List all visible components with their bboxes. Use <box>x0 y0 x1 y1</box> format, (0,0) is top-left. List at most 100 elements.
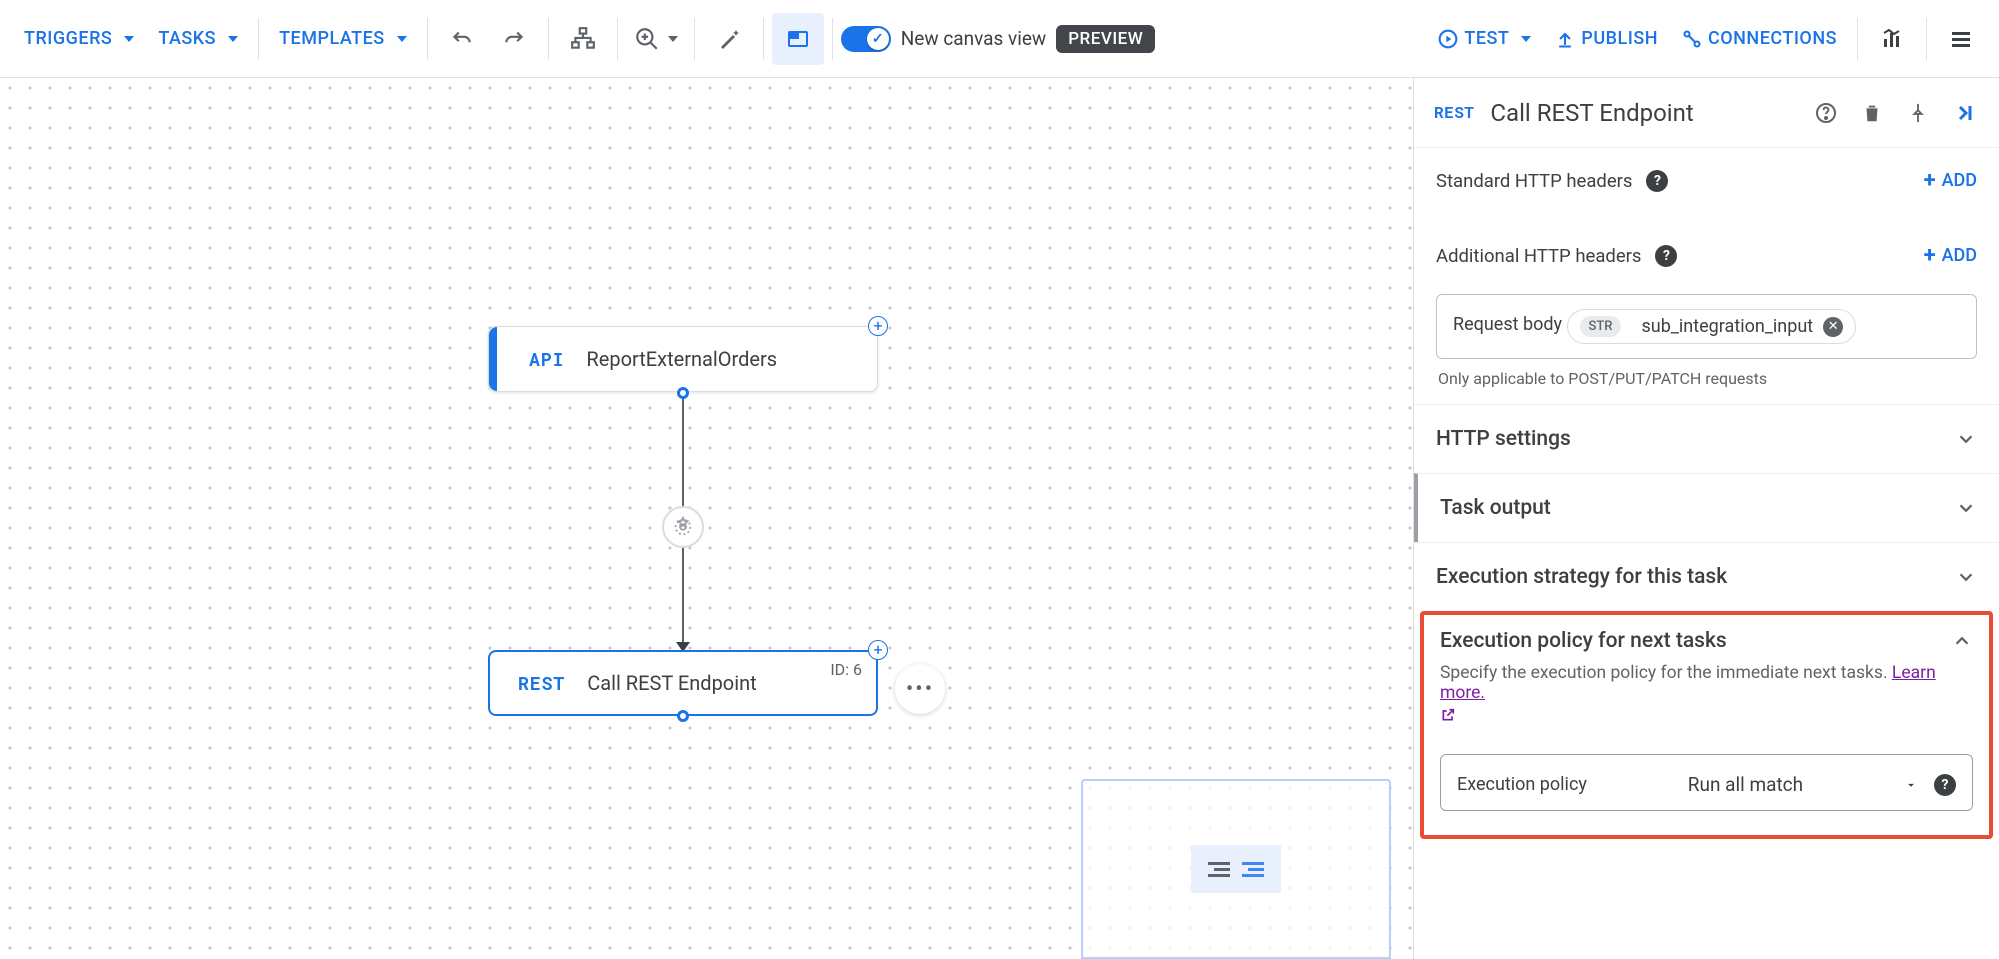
triggers-dropdown[interactable]: TRIGGERS <box>12 18 146 59</box>
chevron-down-icon <box>1955 428 1977 450</box>
toolbar-divider <box>548 18 549 60</box>
type-chip: STR <box>1580 316 1622 337</box>
node-id-label: ID: 6 <box>830 660 862 679</box>
templates-label: TEMPLATES <box>279 28 385 49</box>
toolbar: TRIGGERS TASKS TEMPLATES New canvas view… <box>0 0 1999 78</box>
connections-button[interactable]: CONNECTIONS <box>1670 18 1849 59</box>
std-headers-label: Standard HTTP headers <box>1436 170 1632 192</box>
caret-down-icon <box>124 36 134 42</box>
rest-task-node[interactable]: REST Call REST Endpoint ID: 6 + <box>488 650 878 716</box>
toggle-knob-check-icon <box>867 28 889 50</box>
panel-view-button[interactable] <box>772 13 824 65</box>
policy-legend: Execution policy <box>1457 774 1587 795</box>
chevron-down-icon <box>1955 566 1977 588</box>
minimap-node-icon <box>1242 862 1264 877</box>
caret-down-icon <box>397 36 407 42</box>
api-trigger-node[interactable]: API ReportExternalOrders + <box>488 326 878 392</box>
exec-policy-desc-text: Specify the execution policy for the imm… <box>1440 663 1892 683</box>
variable-chip[interactable]: STR sub_integration_input ✕ <box>1567 309 1857 344</box>
toolbar-divider <box>1926 18 1927 60</box>
task-output-title: Task output <box>1440 496 1551 520</box>
collapse-panel-button[interactable] <box>1949 101 1979 125</box>
plus-icon: + <box>1924 243 1936 268</box>
exec-policy-highlight: Execution policy for next tasks Specify … <box>1420 611 1993 839</box>
add-label: ADD <box>1942 245 1977 266</box>
toolbar-divider <box>427 18 428 60</box>
execution-policy-select[interactable]: Execution policy Run all match ? <box>1440 754 1973 811</box>
api-badge: API <box>529 347 564 371</box>
exec-strategy-title: Execution strategy for this task <box>1436 565 1727 589</box>
rest-node-title: Call REST Endpoint <box>587 671 756 695</box>
add-label: ADD <box>1942 170 1977 191</box>
menu-button[interactable] <box>1935 13 1987 65</box>
caret-down-icon <box>228 36 238 42</box>
exec-strategy-section[interactable]: Execution strategy for this task <box>1414 542 1999 611</box>
toolbar-divider <box>694 18 695 60</box>
http-settings-title: HTTP settings <box>1436 427 1571 451</box>
output-port[interactable] <box>677 387 689 399</box>
rest-badge: REST <box>518 671 565 695</box>
canvas-view-toggle[interactable] <box>841 26 891 52</box>
wand-button[interactable] <box>703 13 755 65</box>
remove-chip-button[interactable]: ✕ <box>1823 317 1843 337</box>
toolbar-divider <box>258 18 259 60</box>
panel-header: REST Call REST Endpoint <box>1414 78 1999 148</box>
minimap[interactable] <box>1081 779 1391 959</box>
help-button[interactable] <box>1811 101 1841 125</box>
tasks-dropdown[interactable]: TASKS <box>146 18 250 59</box>
task-side-panel: REST Call REST Endpoint Standard HTTP he… <box>1413 78 1999 959</box>
variable-name: sub_integration_input <box>1641 316 1813 337</box>
caret-down-icon <box>1521 36 1531 42</box>
chevron-down-icon <box>1955 497 1977 519</box>
test-dropdown[interactable]: TEST <box>1426 18 1543 59</box>
panel-body: Standard HTTP headers? + ADD Additional H… <box>1414 148 1999 959</box>
triggers-label: TRIGGERS <box>24 28 112 49</box>
node-accent <box>489 327 497 391</box>
publish-label: PUBLISH <box>1581 28 1658 49</box>
redo-button[interactable] <box>488 13 540 65</box>
add-std-header-button[interactable]: +ADD <box>1924 168 1977 193</box>
toolbar-divider <box>1857 18 1858 60</box>
add-node-button[interactable]: + <box>868 316 888 336</box>
add-addl-header-button[interactable]: + ADD <box>1924 243 1977 268</box>
toolbar-divider <box>763 18 764 60</box>
output-port[interactable] <box>677 710 689 722</box>
edge-settings-button[interactable] <box>662 506 704 548</box>
help-icon[interactable]: ? <box>1934 774 1956 796</box>
help-icon[interactable]: ? <box>1655 245 1677 267</box>
panel-title: Call REST Endpoint <box>1490 99 1795 127</box>
chevron-up-icon[interactable] <box>1951 630 1973 652</box>
node-more-button[interactable]: ••• <box>895 664 945 714</box>
publish-button[interactable]: PUBLISH <box>1543 18 1670 59</box>
addl-headers-label: Additional HTTP headers <box>1436 245 1641 267</box>
upload-icon <box>1555 29 1575 49</box>
request-body-field[interactable]: Request body STR sub_integration_input ✕ <box>1436 294 1977 359</box>
task-output-section[interactable]: Task output <box>1414 473 1999 542</box>
http-settings-section[interactable]: HTTP settings <box>1414 404 1999 473</box>
request-body-helper: Only applicable to POST/PUT/PATCH reques… <box>1414 365 1999 404</box>
dropdown-caret-icon <box>1904 778 1918 792</box>
minimap-node-icon <box>1208 862 1230 877</box>
add-node-button[interactable]: + <box>868 640 888 660</box>
api-node-title: ReportExternalOrders <box>586 347 777 371</box>
help-icon[interactable]: ? <box>1646 170 1668 192</box>
exec-policy-title: Execution policy for next tasks <box>1440 629 1727 653</box>
test-label: TEST <box>1464 28 1509 49</box>
delete-button[interactable] <box>1857 102 1887 124</box>
external-link-icon <box>1440 707 1456 723</box>
rest-badge: REST <box>1434 102 1474 123</box>
layout-button[interactable] <box>557 13 609 65</box>
templates-dropdown[interactable]: TEMPLATES <box>267 18 419 59</box>
toolbar-divider <box>832 18 833 60</box>
minimap-viewport <box>1191 845 1281 893</box>
canvas-view-label: New canvas view <box>901 27 1047 50</box>
analytics-button[interactable] <box>1866 13 1918 65</box>
connections-label: CONNECTIONS <box>1708 28 1837 49</box>
connections-icon <box>1682 29 1702 49</box>
zoom-dropdown[interactable] <box>626 26 686 52</box>
canvas[interactable]: API ReportExternalOrders + REST Call RES… <box>0 78 1413 959</box>
request-body-legend: Request body <box>1453 314 1562 335</box>
pin-button[interactable] <box>1903 102 1933 124</box>
undo-button[interactable] <box>436 13 488 65</box>
policy-value: Run all match <box>1688 773 1803 796</box>
